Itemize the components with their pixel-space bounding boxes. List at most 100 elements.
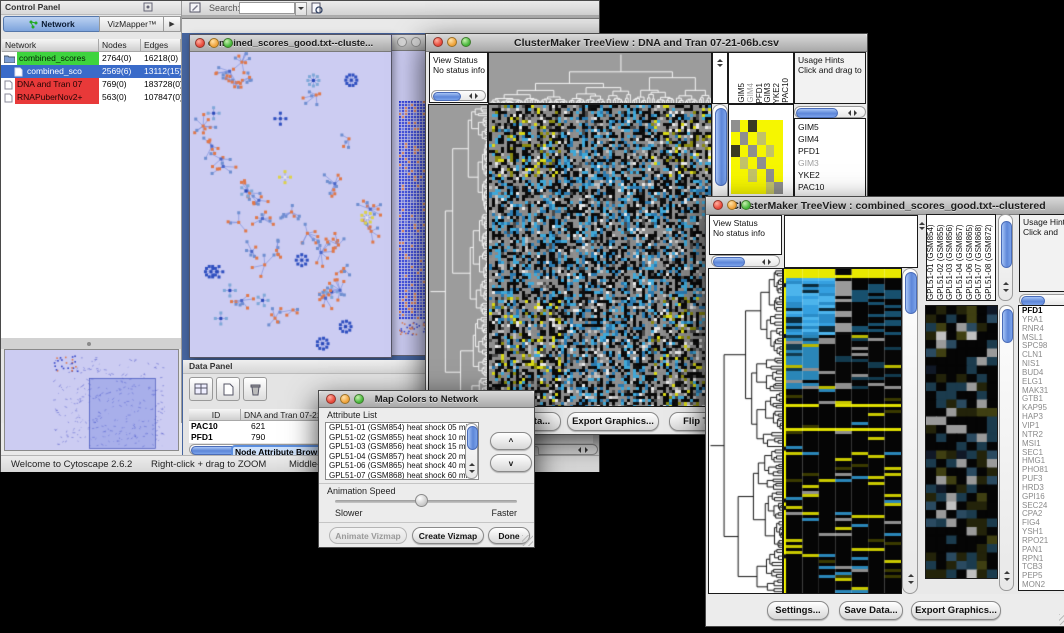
gene-label[interactable]: HRD3	[1019, 484, 1064, 493]
tv2-row-dendrogram-panel[interactable]	[708, 268, 783, 594]
summary-cell[interactable]	[731, 182, 740, 194]
column-dendrogram-canvas[interactable]	[489, 53, 711, 103]
summary-cell[interactable]	[766, 157, 775, 169]
close-icon[interactable]	[195, 38, 205, 48]
export-graphics-button[interactable]: Export Graphics...	[567, 412, 659, 431]
gene-label[interactable]: BUD4	[1019, 369, 1064, 378]
tv2-zoom-vscrollbar[interactable]	[999, 305, 1014, 591]
scrollbar-thumb[interactable]	[905, 272, 917, 314]
close-icon[interactable]	[397, 37, 407, 47]
attribute-table-button[interactable]	[189, 377, 213, 401]
summary-cell[interactable]	[740, 120, 749, 132]
gene-label[interactable]: MSL1	[1019, 334, 1064, 343]
gene-label[interactable]: YRA1	[1019, 316, 1064, 325]
scale-up-arrow[interactable]	[717, 56, 723, 62]
attribute-item[interactable]: GPL51-04 (GSM857) heat shock 20 min	[326, 452, 478, 462]
save-data-button[interactable]: Save Data...	[839, 601, 903, 620]
summary-cell[interactable]	[748, 132, 757, 144]
gene-label[interactable]: HMG1	[1019, 457, 1064, 466]
gene-label[interactable]: SEC1	[1019, 449, 1064, 458]
divider-handle[interactable]	[87, 342, 91, 346]
scroll-down-arrow[interactable]	[469, 470, 475, 476]
attribute-listbox[interactable]: GPL51-01 (GSM854) heat shock 05 minGPL51…	[325, 422, 479, 480]
treeview1-titlebar[interactable]: ClusterMaker TreeView : DNA and Tran 07-…	[426, 34, 867, 52]
panel-divider[interactable]	[1, 338, 181, 349]
zoom-window-icon[interactable]	[741, 200, 751, 210]
minimize-icon[interactable]	[727, 200, 737, 210]
gene-label[interactable]: SEC24	[1019, 502, 1064, 511]
summary-cell[interactable]	[731, 132, 740, 144]
data-col-id[interactable]: ID	[189, 409, 241, 421]
summary-cell[interactable]	[766, 169, 775, 181]
tv2-column-dendrogram-panel[interactable]	[784, 215, 918, 268]
gene-label[interactable]: NIS1	[1019, 360, 1064, 369]
resize-grip[interactable]	[1059, 614, 1064, 625]
scroll-down-arrow[interactable]	[1003, 289, 1009, 295]
summary-cell[interactable]	[757, 169, 766, 181]
attribute-item[interactable]: GPL51-02 (GSM855) heat shock 10 min	[326, 433, 478, 443]
tv1-usage-hscrollbar[interactable]	[794, 106, 866, 118]
tv2-viewstatus-hscrollbar[interactable]	[711, 255, 780, 267]
scale-down-arrow[interactable]	[919, 227, 925, 233]
gene-label[interactable]: YSH1	[1019, 528, 1064, 537]
attribute-item[interactable]: GPL51-07 (GSM868) heat shock 60 min	[326, 471, 478, 481]
summary-cell[interactable]	[766, 120, 775, 132]
summary-cell[interactable]	[740, 169, 749, 181]
zoom-window-icon[interactable]	[354, 394, 364, 404]
attribute-list-vscrollbar[interactable]	[465, 423, 478, 479]
scroll-right-arrow[interactable]	[475, 93, 481, 99]
summary-cell[interactable]	[757, 132, 766, 144]
network-row[interactable]: RNAPuberNov2+ 563(0) 107847(0)	[1, 91, 181, 104]
col-header-network[interactable]: Network	[2, 39, 99, 52]
summary-cell[interactable]	[766, 182, 775, 194]
gene-label[interactable]: TCB3	[1019, 563, 1064, 572]
scrollbar-thumb[interactable]	[796, 108, 838, 118]
tv1-column-dendrogram-panel[interactable]	[488, 52, 712, 104]
scroll-up-arrow[interactable]	[1004, 568, 1010, 574]
window-controls[interactable]	[326, 394, 364, 404]
summary-cell[interactable]	[774, 132, 783, 144]
summary-cell[interactable]	[757, 157, 766, 169]
network-row[interactable]: DNA and Tran 07 769(0) 183728(0)	[1, 78, 181, 91]
gene-label[interactable]: VIP1	[1019, 422, 1064, 431]
summary-heatmap[interactable]	[731, 120, 783, 194]
scroll-right-arrow[interactable]	[585, 447, 591, 453]
summary-cell[interactable]	[748, 157, 757, 169]
col-header-edges[interactable]: Edges	[141, 39, 181, 52]
tv1-row-dendrogram-panel[interactable]	[428, 104, 488, 407]
tv2-heatmap-vscrollbar[interactable]	[902, 268, 918, 594]
tv2-heatmap-panel[interactable]	[783, 268, 902, 594]
zoom-heatmap-canvas[interactable]	[926, 306, 997, 578]
row-dendrogram-canvas[interactable]	[709, 269, 782, 593]
scrollbar-thumb[interactable]	[467, 426, 478, 450]
summary-cell[interactable]	[757, 120, 766, 132]
summary-cell[interactable]	[748, 120, 757, 132]
summary-cell[interactable]	[774, 169, 783, 181]
gene-label[interactable]: MSI1	[1019, 440, 1064, 449]
network-row-selected[interactable]: combined_sco 2569(6) 13112(15)	[1, 65, 181, 78]
scroll-right-arrow[interactable]	[768, 259, 774, 265]
attribute-item[interactable]: GPL51-03 (GSM856) heat shock 15 min	[326, 442, 478, 452]
gene-label[interactable]: ELG1	[1019, 378, 1064, 387]
birdseye-overview[interactable]	[4, 349, 179, 451]
close-icon[interactable]	[433, 37, 443, 47]
gene-label[interactable]: PFD1	[1019, 307, 1064, 316]
minimize-icon[interactable]	[209, 38, 219, 48]
summary-cell[interactable]	[731, 157, 740, 169]
overview-canvas[interactable]	[5, 350, 178, 450]
move-down-button[interactable]: v	[490, 454, 532, 472]
summary-cell[interactable]	[740, 182, 749, 194]
window-controls[interactable]	[713, 200, 751, 210]
summary-cell[interactable]	[748, 182, 757, 194]
scrollbar-thumb[interactable]	[713, 257, 745, 267]
delete-attribute-button[interactable]	[243, 377, 267, 401]
gene-label[interactable]: MON2	[1019, 581, 1064, 590]
scroll-up-arrow[interactable]	[1003, 279, 1009, 285]
scale-up-arrow[interactable]	[919, 219, 925, 225]
minimize-icon[interactable]	[340, 394, 350, 404]
scroll-up-arrow[interactable]	[908, 571, 914, 577]
gene-label[interactable]: RPN1	[1019, 555, 1064, 564]
tv2-zoom-heatmap-panel[interactable]	[925, 305, 998, 579]
close-icon[interactable]	[713, 200, 723, 210]
zoom-window-icon[interactable]	[223, 38, 233, 48]
